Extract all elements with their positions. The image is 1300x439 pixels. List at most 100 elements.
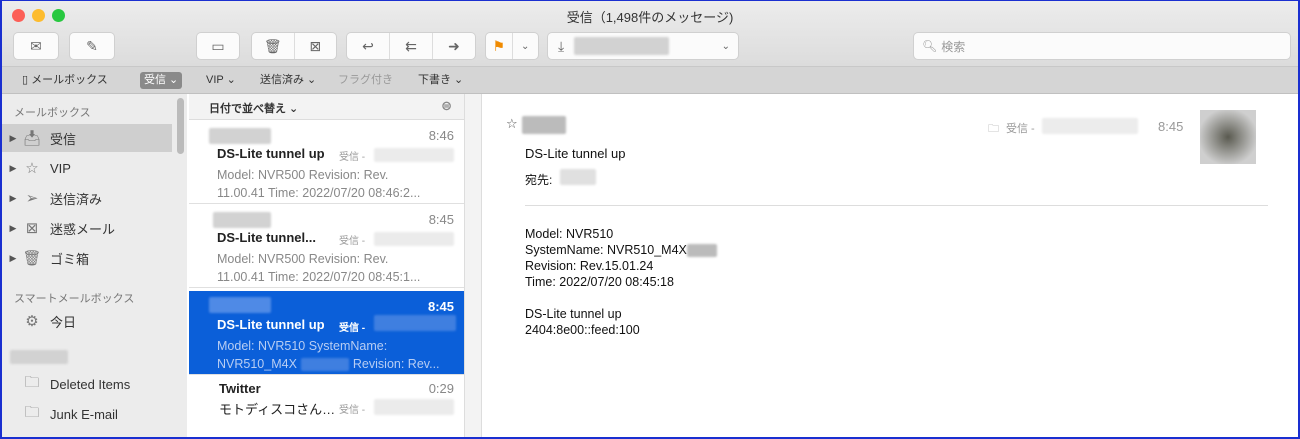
fav-mailboxes[interactable]: ▯ メールボックス	[18, 72, 112, 89]
folder-icon: 🗀	[988, 123, 999, 135]
list-item[interactable]: Twitter 0:29 モトディスコさん… 受信 -	[189, 375, 464, 437]
sort-header[interactable]: 日付で並べ替え ⌄ ⊜	[189, 94, 464, 120]
sidebar-item-junk-email[interactable]: 🗀 Junk E-mail	[2, 400, 172, 428]
sidebar-item-junk[interactable]: ▶ ⊠ 迷惑メール	[2, 214, 172, 242]
sidebar-item-label: 迷惑メール	[50, 221, 116, 237]
mail-window: 受信（1,498件のメッセージ) ✉ ✎ ▭ 🗑 ⊠ ↩ ⇇ ➜ ⚑ ⌄ ⤓ ⌄ 🔍︎ 検索…	[0, 0, 1300, 439]
message-list: 日付で並べ替え ⌄ ⊜ 8:46 DS-Lite tunnel up 受信 - M…	[189, 94, 464, 437]
message-preview: Model: NVR510 SystemName:	[217, 339, 388, 353]
forward-button[interactable]: ➜	[432, 33, 475, 59]
redacted	[1042, 118, 1138, 134]
junk-icon: ⊠	[25, 220, 39, 237]
sidebar-item-today[interactable]: ⚙ 今日	[2, 307, 172, 335]
fav-sent[interactable]: 送信済み ⌄	[256, 72, 320, 89]
disclosure-icon[interactable]: ▶	[6, 163, 20, 174]
flag-icon: ⚑	[492, 37, 506, 54]
sidebar-item-sent[interactable]: ▶ ➢ 送信済み	[2, 184, 172, 212]
body-line: Model: NVR510	[525, 227, 614, 241]
smart-mailboxes-heading: スマートメールボックス	[14, 293, 135, 305]
fav-inbox[interactable]: 受信 ⌄	[140, 72, 183, 89]
trash-button[interactable]: 🗑	[252, 33, 294, 59]
redacted	[374, 315, 456, 331]
fav-label: メールボックス	[31, 74, 108, 86]
envelope-icon: ✉	[30, 37, 42, 54]
detail-to-label: 宛先:	[525, 173, 553, 187]
sidebar-item-trash[interactable]: ▶ 🗑︎ ゴミ箱	[2, 244, 172, 272]
favorites-bar: ▯ メールボックス 受信 ⌄ VIP ⌄ 送信済み ⌄ フラグ付き 下書き ⌄	[2, 67, 1298, 94]
sidebar-item-label: ゴミ箱	[50, 251, 90, 267]
chevron-down-icon[interactable]: ⌄	[511, 33, 539, 59]
fav-drafts[interactable]: 下書き ⌄	[414, 72, 467, 89]
window-title: 受信（1,498件のメッセージ)	[566, 10, 734, 25]
header-separator	[525, 205, 1268, 206]
message-preview: 11.00.41 Time: 2022/07/20 08:46:2...	[217, 186, 421, 200]
sidebar-item-inbox[interactable]: ▶ 📥︎ 受信	[2, 124, 172, 152]
sidebar-item-label: 受信	[50, 131, 77, 147]
detail-subject: DS-Lite tunnel up	[525, 146, 626, 161]
sidebar-item-deleted-items[interactable]: 🗀 Deleted Items	[2, 370, 172, 398]
junk-button[interactable]: ⊠	[293, 33, 337, 59]
message-preview: NVR510_M4X	[217, 357, 297, 371]
sidebar: メールボックス ▶ 📥︎ 受信 ▶ ☆ VIP ▶ ➢ 送信済み ▶ ⊠ 迷惑メール ▶ 🗑︎ ゴミ…	[2, 94, 187, 437]
chevron-down-icon: ⌄	[721, 40, 730, 52]
gear-icon: ⚙	[25, 313, 39, 330]
redacted	[686, 244, 717, 258]
detail-mailbox: 受信 -	[1006, 123, 1035, 135]
redacted	[300, 358, 349, 372]
sidebar-item-label: 今日	[50, 314, 77, 330]
body-line: 2404:8e00::feed:100	[525, 323, 640, 337]
body-line	[525, 290, 717, 306]
message-mailbox: 受信 -	[339, 236, 366, 247]
folder-icon: 🗀	[24, 403, 40, 421]
avatar	[1200, 110, 1256, 164]
redacted	[374, 148, 454, 162]
redacted-recipient	[560, 169, 596, 185]
sidebar-scrollbar[interactable]	[177, 98, 184, 154]
compose-button[interactable]: ✎	[70, 33, 114, 59]
body-line: DS-Lite tunnel up	[525, 307, 622, 321]
message-body: Model: NVR510 SystemName: NVR510_M4X Rev…	[525, 226, 717, 338]
disclosure-icon[interactable]: ▶	[6, 253, 20, 264]
redacted-mailbox	[574, 37, 670, 55]
sort-label: 日付で並べ替え ⌄	[209, 103, 299, 115]
message-preview: Model: NVR500 Revision: Rev.	[217, 252, 389, 266]
fav-vip[interactable]: VIP ⌄	[202, 72, 240, 89]
sidebar-toggle-icon: ▯	[22, 74, 29, 86]
delete-group: 🗑 ⊠	[252, 33, 336, 59]
redacted-sender	[209, 128, 271, 144]
disclosure-icon[interactable]: ▶	[6, 193, 20, 204]
folder-icon: 🗀	[24, 373, 40, 391]
redacted	[374, 232, 454, 246]
star-icon: ☆	[25, 160, 39, 177]
move-to-mailbox-select[interactable]: ⤓ ⌄	[548, 33, 738, 59]
flag-button[interactable]: ⚑ ⌄	[486, 33, 538, 59]
star-icon[interactable]: ☆	[506, 116, 518, 132]
redacted	[374, 399, 454, 415]
fav-flagged[interactable]: フラグ付き	[334, 72, 397, 89]
search-input[interactable]: 🔍︎ 検索	[914, 33, 1290, 59]
redacted-account-name	[10, 350, 68, 364]
disclosure-icon[interactable]: ▶	[6, 223, 20, 234]
list-item-selected[interactable]: 8:45 DS-Lite tunnel up 受信 - Model: NVR51…	[189, 291, 464, 375]
body-line: Time: 2022/07/20 08:45:18	[525, 275, 674, 289]
filter-icon[interactable]: ⊜	[441, 98, 452, 114]
sidebar-item-vip[interactable]: ▶ ☆ VIP	[2, 154, 172, 182]
message-time: 8:45	[428, 212, 454, 227]
disclosure-icon[interactable]: ▶	[6, 133, 20, 144]
list-item[interactable]: 8:46 DS-Lite tunnel up 受信 - Model: NVR50…	[189, 120, 464, 204]
reply-all-button[interactable]: ⇇	[389, 33, 432, 59]
message-subject: DS-Lite tunnel up	[217, 146, 325, 161]
compose-icon: ✎	[86, 37, 98, 54]
archive-button[interactable]: ▭	[197, 33, 239, 59]
message-mailbox: 受信 -	[339, 323, 366, 334]
body-line: Revision: Rev.15.01.24	[525, 259, 654, 273]
trash-icon: 🗑︎	[22, 250, 42, 267]
message-subject: DS-Lite tunnel...	[217, 230, 316, 245]
get-mail-button[interactable]: ✉	[14, 33, 58, 59]
message-time: 8:45	[427, 299, 454, 314]
move-icon: ⤓	[558, 37, 565, 54]
title-bar: 受信（1,498件のメッセージ) ✉ ✎ ▭ 🗑 ⊠ ↩ ⇇ ➜ ⚑ ⌄ ⤓ ⌄ 🔍︎ 検索	[2, 1, 1298, 67]
list-item[interactable]: 8:45 DS-Lite tunnel... 受信 - Model: NVR50…	[189, 204, 464, 288]
pane-divider[interactable]	[464, 94, 482, 437]
reply-button[interactable]: ↩	[347, 33, 389, 59]
